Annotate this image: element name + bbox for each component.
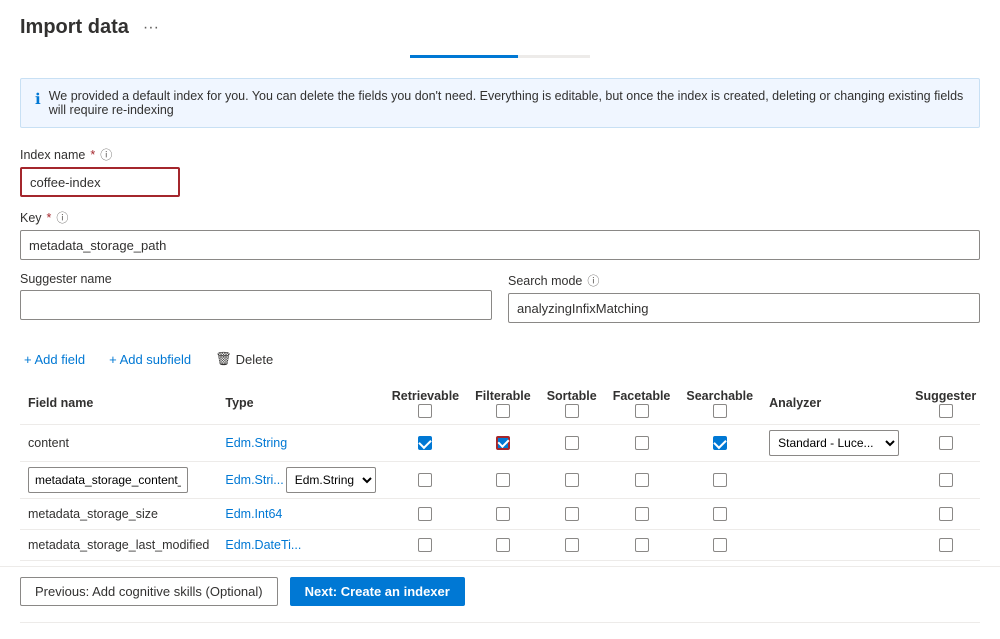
field-name-cell: content [20, 424, 217, 461]
retrievable-cell [384, 461, 467, 498]
index-name-label: Index name * ⓘ [20, 146, 980, 163]
suggester-cell [907, 461, 980, 498]
analyzer-cell [761, 461, 907, 498]
facetable-cell [605, 461, 679, 498]
sortable-checkbox[interactable] [565, 507, 579, 521]
info-banner: ℹ We provided a default index for you. Y… [20, 78, 980, 128]
add-field-button[interactable]: + Add field [20, 350, 89, 369]
search-mode-input[interactable] [508, 293, 980, 323]
filterable-checkbox[interactable] [496, 507, 510, 521]
type-cell: Edm.Int64 [217, 498, 383, 529]
table-row: metadata_storage_size Edm.Int64 ··· [20, 498, 980, 529]
next-button[interactable]: Next: Create an indexer [290, 577, 465, 606]
info-banner-text: We provided a default index for you. You… [49, 89, 965, 117]
col-header-retrievable: Retrievable [384, 383, 467, 424]
retrievable-checkbox[interactable] [418, 473, 432, 487]
suggester-header-checkbox[interactable] [939, 404, 953, 418]
retrievable-header-checkbox[interactable] [418, 404, 432, 418]
retrievable-checkbox[interactable] [418, 436, 432, 450]
suggester-name-input[interactable] [20, 290, 492, 320]
facetable-checkbox[interactable] [635, 538, 649, 552]
filterable-cell [467, 461, 539, 498]
suggester-checkbox[interactable] [939, 473, 953, 487]
info-icon: ℹ [35, 90, 41, 108]
col-header-filterable: Filterable [467, 383, 539, 424]
col-header-field-name: Field name [20, 383, 217, 424]
search-mode-label: Search mode ⓘ [508, 272, 980, 289]
searchable-checkbox[interactable] [713, 538, 727, 552]
suggester-checkbox[interactable] [939, 507, 953, 521]
col-header-type: Type [217, 383, 383, 424]
key-info-icon[interactable]: ⓘ [56, 209, 68, 226]
page-title: Import data [20, 16, 129, 39]
progress-bar-container [20, 55, 980, 58]
filterable-header-checkbox[interactable] [496, 404, 510, 418]
retrievable-checkbox[interactable] [418, 507, 432, 521]
facetable-checkbox[interactable] [635, 473, 649, 487]
sortable-cell [539, 424, 605, 461]
suggester-checkbox[interactable] [939, 436, 953, 450]
searchable-checkbox[interactable] [713, 507, 727, 521]
progress-bar [410, 55, 590, 58]
toolbar: + Add field + Add subfield 🗑 Delete [20, 349, 980, 369]
delete-button[interactable]: 🗑 Delete [211, 349, 277, 369]
key-required: * [47, 211, 52, 225]
type-cell: Edm.String [217, 424, 383, 461]
type-cell: Edm.DateTi... [217, 529, 383, 560]
facetable-checkbox[interactable] [635, 436, 649, 450]
searchable-header-checkbox[interactable] [713, 404, 727, 418]
footer: Previous: Add cognitive skills (Optional… [0, 566, 1000, 616]
filterable-checkbox[interactable] [496, 473, 510, 487]
filterable-checkbox[interactable] [496, 436, 510, 450]
col-header-sortable: Sortable [539, 383, 605, 424]
col-header-suggester: Suggester [907, 383, 980, 424]
sortable-cell [539, 461, 605, 498]
facetable-cell [605, 424, 679, 461]
field-name-cell: metadata_storage_size [20, 498, 217, 529]
table-row: Edm.Stri... Edm.String [20, 461, 980, 498]
index-name-required: * [90, 148, 95, 162]
key-label: Key * ⓘ [20, 209, 980, 226]
ellipsis-menu-button[interactable]: ··· [139, 17, 163, 39]
searchable-cell [678, 461, 761, 498]
searchable-cell [678, 424, 761, 461]
search-mode-info-icon[interactable]: ⓘ [587, 272, 599, 289]
prev-button[interactable]: Previous: Add cognitive skills (Optional… [20, 577, 278, 606]
sortable-checkbox[interactable] [565, 436, 579, 450]
filterable-cell [467, 424, 539, 461]
analyzer-cell: Standard - Luce... [761, 424, 907, 461]
type-select[interactable]: Edm.String [286, 467, 376, 493]
filterable-checkbox[interactable] [496, 538, 510, 552]
suggester-cell [907, 424, 980, 461]
col-header-searchable: Searchable [678, 383, 761, 424]
delete-icon: 🗑 [215, 351, 232, 367]
sortable-checkbox[interactable] [565, 473, 579, 487]
progress-bar-fill [410, 55, 518, 58]
searchable-checkbox[interactable] [713, 473, 727, 487]
analyzer-select[interactable]: Standard - Luce... [769, 430, 899, 456]
suggester-checkbox[interactable] [939, 538, 953, 552]
col-header-facetable: Facetable [605, 383, 679, 424]
type-cell: Edm.Stri... Edm.String [217, 461, 383, 498]
facetable-header-checkbox[interactable] [635, 404, 649, 418]
searchable-checkbox[interactable] [713, 436, 727, 450]
index-name-info-icon[interactable]: ⓘ [100, 146, 112, 163]
field-name-cell [20, 461, 217, 498]
facetable-checkbox[interactable] [635, 507, 649, 521]
sortable-header-checkbox[interactable] [565, 404, 579, 418]
suggester-name-label: Suggester name [20, 272, 492, 286]
key-input[interactable] [20, 230, 980, 260]
table-row: content Edm.String [20, 424, 980, 461]
retrievable-checkbox[interactable] [418, 538, 432, 552]
add-subfield-button[interactable]: + Add subfield [105, 350, 195, 369]
table-row: metadata_storage_last_modified Edm.DateT… [20, 529, 980, 560]
col-header-analyzer: Analyzer [761, 383, 907, 424]
field-name-input[interactable] [28, 467, 188, 493]
retrievable-cell [384, 424, 467, 461]
sortable-checkbox[interactable] [565, 538, 579, 552]
field-name-cell: metadata_storage_last_modified [20, 529, 217, 560]
index-name-input[interactable] [20, 167, 180, 197]
